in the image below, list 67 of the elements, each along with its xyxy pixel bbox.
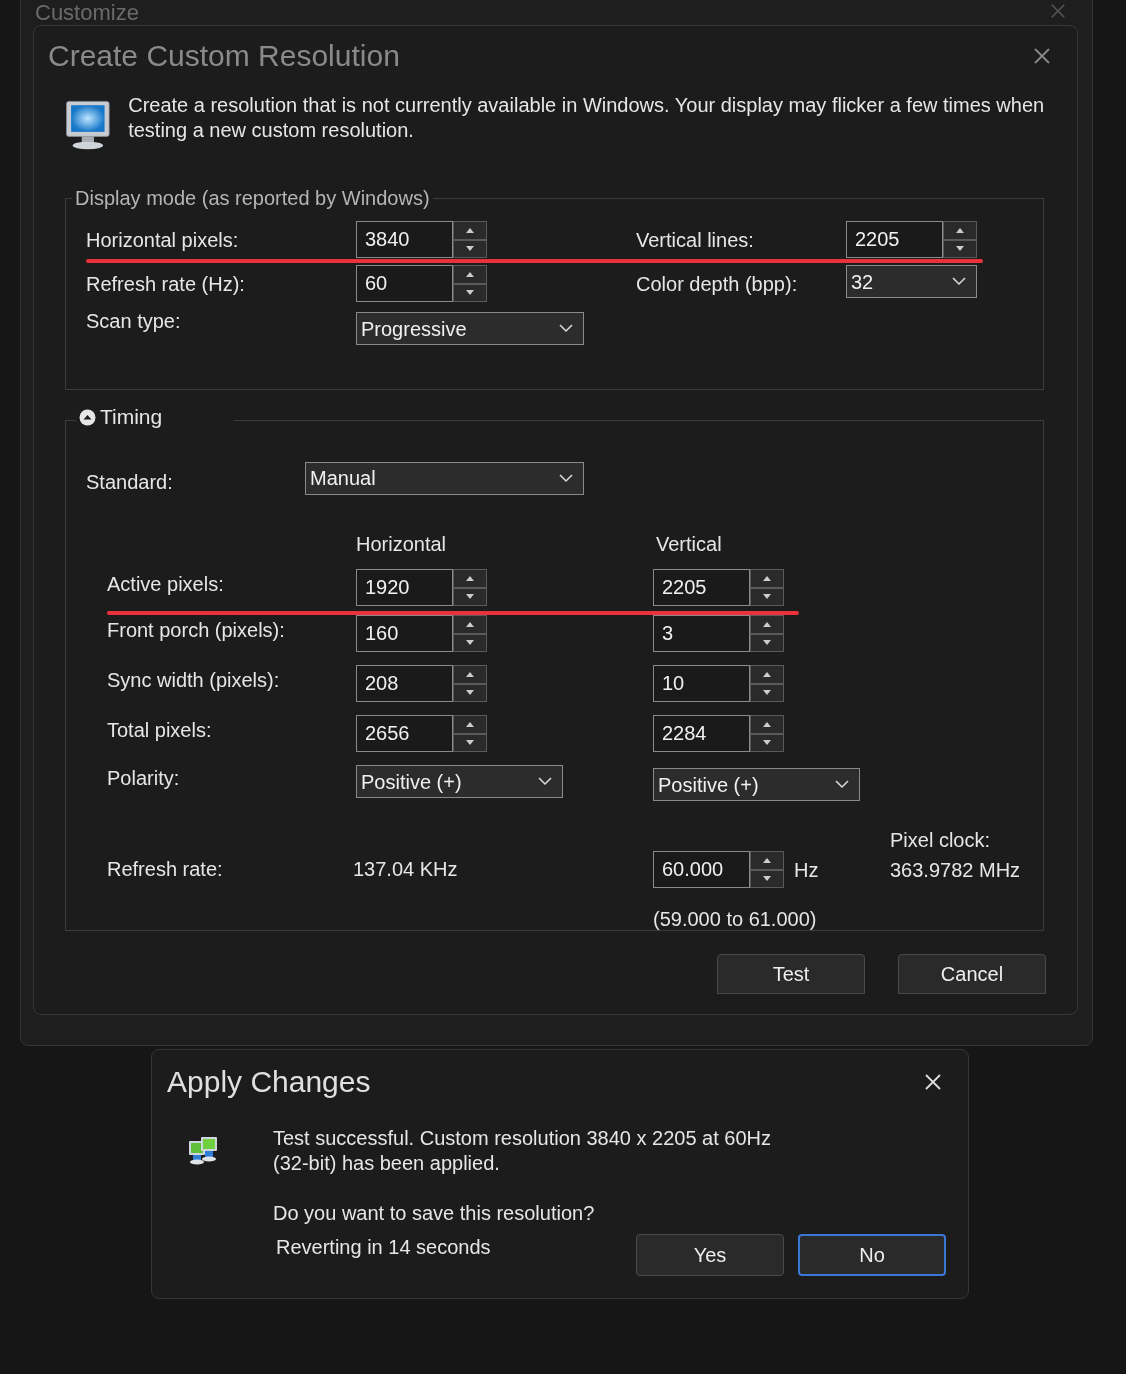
chevron-icon <box>538 777 552 786</box>
dialog-button[interactable]: Cancel <box>898 954 1046 994</box>
chevron-icon <box>835 780 849 789</box>
question-text: Do you want to save this resolution? <box>273 1201 596 1226</box>
spin-up-button[interactable] <box>453 615 487 634</box>
field-label: Active pixels: <box>107 572 225 597</box>
monitors-icon <box>188 1134 220 1166</box>
column-header: Vertical <box>656 532 722 557</box>
readout-text: 137.04 KHz <box>353 857 459 882</box>
dropdown[interactable]: Manual <box>305 461 584 495</box>
window-title: Create Custom Resolution <box>48 38 400 74</box>
field-label: Polarity: <box>107 766 181 791</box>
spin-up-button[interactable] <box>453 665 487 684</box>
dropdown[interactable]: 32 <box>846 265 977 298</box>
dialog-button[interactable]: No <box>798 1234 946 1276</box>
collapse-icon[interactable] <box>79 408 96 426</box>
field-label: Front porch (pixels): <box>107 618 286 643</box>
number-field[interactable]: 208 <box>356 665 453 702</box>
number-field[interactable]: 60.000 <box>653 851 750 888</box>
spin-up-button[interactable] <box>453 715 487 734</box>
number-field[interactable]: 160 <box>356 615 453 652</box>
spin-up-button[interactable] <box>750 569 784 588</box>
field-label: Total pixels: <box>107 718 213 743</box>
field-label: Refresh rate (Hz): <box>86 272 246 297</box>
readout-text: 363.9782 MHz <box>890 858 1021 883</box>
spin-up-button[interactable] <box>943 221 977 240</box>
spin-up-button[interactable] <box>453 265 487 284</box>
field-label: Color depth (bpp): <box>636 272 799 297</box>
spin-up-button[interactable] <box>453 221 487 240</box>
window-title: Customize <box>35 1 139 25</box>
spin-up-button[interactable] <box>750 715 784 734</box>
number-field[interactable]: 2205 <box>846 221 943 258</box>
section-label: Timing <box>100 404 163 430</box>
dropdown[interactable]: Positive (+) <box>653 768 860 801</box>
number-field[interactable]: 3 <box>653 615 750 652</box>
unit-label: Hz <box>794 857 819 883</box>
field-label: Scan type: <box>86 309 182 334</box>
spin-up-button[interactable] <box>750 615 784 634</box>
number-field[interactable]: 10 <box>653 665 750 702</box>
spin-up-button[interactable] <box>453 569 487 588</box>
spin-up-button[interactable] <box>750 851 784 870</box>
column-header: Horizontal <box>356 532 448 557</box>
chevron-icon <box>559 473 573 483</box>
chevron-icon <box>952 277 966 286</box>
range-text: (59.000 to 61.000) <box>653 907 818 932</box>
message-text: Test successful. Custom resolution 3840 x 2205 at 60Hz (32-bit) has been applied. <box>273 1126 773 1176</box>
field-label: Horizontal pixels: <box>86 228 240 253</box>
spin-up-button[interactable] <box>750 665 784 684</box>
number-field[interactable]: 60 <box>356 265 453 302</box>
number-field[interactable]: 1920 <box>356 569 453 606</box>
dropdown[interactable]: Progressive <box>356 312 584 345</box>
intro-text: Create a resolution that is not currently available in Windows. Your display may flicker a few times when testing a new custom resolution. <box>128 93 1046 143</box>
dialog-button[interactable]: Test <box>717 954 865 994</box>
number-field[interactable]: 2205 <box>653 569 750 606</box>
window-title: Apply Changes <box>167 1064 371 1100</box>
field-label: Vertical lines: <box>636 228 755 253</box>
field-label: Pixel clock: <box>890 828 992 853</box>
dialog-button[interactable]: Yes <box>636 1234 784 1276</box>
field-label: Sync width (pixels): <box>107 668 281 693</box>
field-label: Refresh rate: <box>107 857 224 882</box>
number-field[interactable]: 2656 <box>356 715 453 752</box>
field-label: Standard: <box>86 470 174 495</box>
number-field[interactable]: 3840 <box>356 221 453 258</box>
dropdown[interactable]: Positive (+) <box>356 765 563 798</box>
chevron-icon <box>559 324 573 333</box>
number-field[interactable]: 2284 <box>653 715 750 752</box>
countdown-text: Reverting in 14 seconds <box>276 1235 492 1260</box>
